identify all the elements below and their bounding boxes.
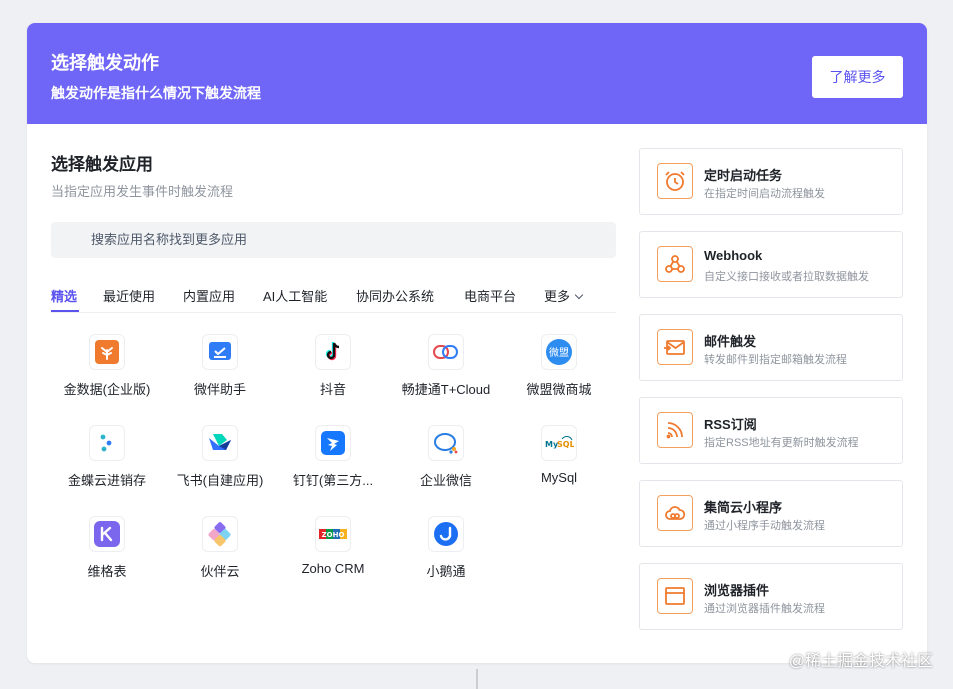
- trigger-mini-program[interactable]: 集简云小程序 通过小程序手动触发流程: [639, 480, 903, 547]
- cloud-icon: [657, 495, 693, 531]
- kingdee-icon: [89, 425, 125, 461]
- flow-connector-line: [476, 669, 478, 689]
- trigger-desc: 通过小程序手动触发流程: [704, 520, 825, 532]
- mail-icon: [657, 329, 693, 365]
- douyin-icon: [315, 334, 351, 370]
- tab-builtin[interactable]: 内置应用: [183, 286, 235, 305]
- feishu-icon: [202, 425, 238, 461]
- trigger-webhook[interactable]: Webhook 自定义接口接收或者拉取数据触发: [639, 231, 903, 298]
- app-name: MySql: [540, 470, 578, 485]
- trigger-title: 集简云小程序: [704, 500, 783, 515]
- app-name: Zoho CRM: [301, 561, 365, 576]
- huoban-icon: [202, 516, 238, 552]
- trigger-title: 邮件触发: [704, 334, 757, 349]
- tab-ai[interactable]: AI人工智能: [263, 286, 327, 305]
- wecom-icon: [428, 425, 464, 461]
- tab-more[interactable]: 更多: [544, 286, 584, 305]
- app-name: 飞书(自建应用): [176, 473, 264, 488]
- trigger-title: 浏览器插件: [704, 583, 770, 598]
- jinshuju-icon: [89, 334, 125, 370]
- webhook-icon: [657, 246, 693, 282]
- app-item[interactable]: 钉钉(第三方...: [277, 425, 389, 505]
- trigger-desc: 转发邮件到指定邮箱触发流程: [704, 354, 847, 366]
- app-search-input[interactable]: 搜索应用名称找到更多应用: [51, 222, 616, 258]
- svg-text:ZOHO: ZOHO: [322, 531, 345, 539]
- tab-office[interactable]: 协同办公系统: [356, 286, 434, 305]
- app-item[interactable]: 小鹅通: [390, 516, 502, 596]
- trigger-title: 定时启动任务: [704, 168, 783, 183]
- trigger-desc: 在指定时间启动流程触发: [704, 188, 825, 200]
- svg-text:微盟: 微盟: [549, 346, 569, 359]
- header-subtitle: 触发动作是指什么情况下触发流程: [51, 85, 261, 101]
- app-name: 企业微信: [419, 473, 472, 488]
- app-item[interactable]: 金蝶云进销存: [51, 425, 163, 505]
- app-item[interactable]: 维格表: [51, 516, 163, 596]
- app-item[interactable]: 微伴助手: [164, 334, 276, 414]
- zoho-icon: ZOHO: [315, 516, 351, 552]
- active-tab-indicator: [51, 310, 79, 312]
- rss-icon: [657, 412, 693, 448]
- trigger-desc: 自定义接口接收或者拉取数据触发: [704, 271, 869, 283]
- apps-section-title: 选择触发应用: [51, 155, 153, 174]
- weiban-icon: [202, 334, 238, 370]
- xiaoe-icon: [428, 516, 464, 552]
- trigger-title: RSS订阅: [704, 417, 757, 432]
- apps-section-desc: 当指定应用发生事件时触发流程: [51, 184, 234, 199]
- tab-more-label: 更多: [544, 289, 571, 304]
- app-name: 小鹅通: [426, 564, 466, 579]
- app-item[interactable]: ZOHO Zoho CRM: [277, 516, 389, 596]
- weimob-icon: 微盟: [541, 334, 577, 370]
- vika-icon: [89, 516, 125, 552]
- trigger-browser-plugin[interactable]: 浏览器插件 通过浏览器插件触发流程: [639, 563, 903, 630]
- browser-icon: [657, 578, 693, 614]
- tab-recent[interactable]: 最近使用: [103, 286, 155, 305]
- app-name: 伙伴云: [200, 564, 240, 579]
- app-name: 钉钉(第三方...: [292, 473, 374, 488]
- watermark: @稀土掘金技术社区: [788, 653, 933, 670]
- learn-more-button[interactable]: 了解更多: [812, 56, 903, 98]
- header-title: 选择触发动作: [51, 53, 159, 73]
- mysql-icon: My SQL: [541, 425, 577, 461]
- chevron-down-icon: [574, 290, 584, 300]
- tab-featured[interactable]: 精选: [51, 286, 77, 305]
- app-item[interactable]: 伙伴云: [164, 516, 276, 596]
- chanjet-icon: [428, 334, 464, 370]
- trigger-desc: 通过浏览器插件触发流程: [704, 603, 825, 615]
- app-name: 微盟微商城: [526, 382, 592, 397]
- svg-text:SQL: SQL: [557, 440, 574, 449]
- trigger-scheduled-task[interactable]: 定时启动任务 在指定时间启动流程触发: [639, 148, 903, 215]
- app-item[interactable]: 飞书(自建应用): [164, 425, 276, 505]
- app-name: 微伴助手: [193, 382, 246, 397]
- app-category-tabs: 精选 最近使用 内置应用 AI人工智能 协同办公系统 电商平台 更多: [51, 274, 616, 313]
- trigger-rss[interactable]: RSS订阅 指定RSS地址有更新时触发流程: [639, 397, 903, 464]
- app-item[interactable]: 抖音: [277, 334, 389, 414]
- app-name: 金蝶云进销存: [67, 473, 146, 488]
- app-item[interactable]: 金数据(企业版): [51, 334, 163, 414]
- trigger-desc: 指定RSS地址有更新时触发流程: [704, 437, 859, 449]
- app-name: 维格表: [87, 564, 127, 579]
- tab-ecommerce[interactable]: 电商平台: [464, 286, 516, 305]
- app-item[interactable]: 畅捷通T+Cloud: [390, 334, 502, 414]
- app-name: 金数据(企业版): [63, 382, 151, 397]
- app-item[interactable]: 企业微信: [390, 425, 502, 505]
- trigger-selection-card: 选择触发动作 触发动作是指什么情况下触发流程 了解更多 选择触发应用 当指定应用…: [27, 23, 927, 663]
- card-header: 选择触发动作 触发动作是指什么情况下触发流程 了解更多: [27, 23, 927, 124]
- app-name: 畅捷通T+Cloud: [401, 382, 491, 397]
- trigger-email[interactable]: 邮件触发 转发邮件到指定邮箱触发流程: [639, 314, 903, 381]
- alarm-clock-icon: [657, 163, 693, 199]
- trigger-title: Webhook: [704, 248, 763, 263]
- app-name: 抖音: [319, 382, 346, 397]
- app-item[interactable]: My SQL MySql: [503, 425, 615, 505]
- dingtalk-icon: [315, 425, 351, 461]
- app-item[interactable]: 微盟 微盟微商城: [503, 334, 615, 414]
